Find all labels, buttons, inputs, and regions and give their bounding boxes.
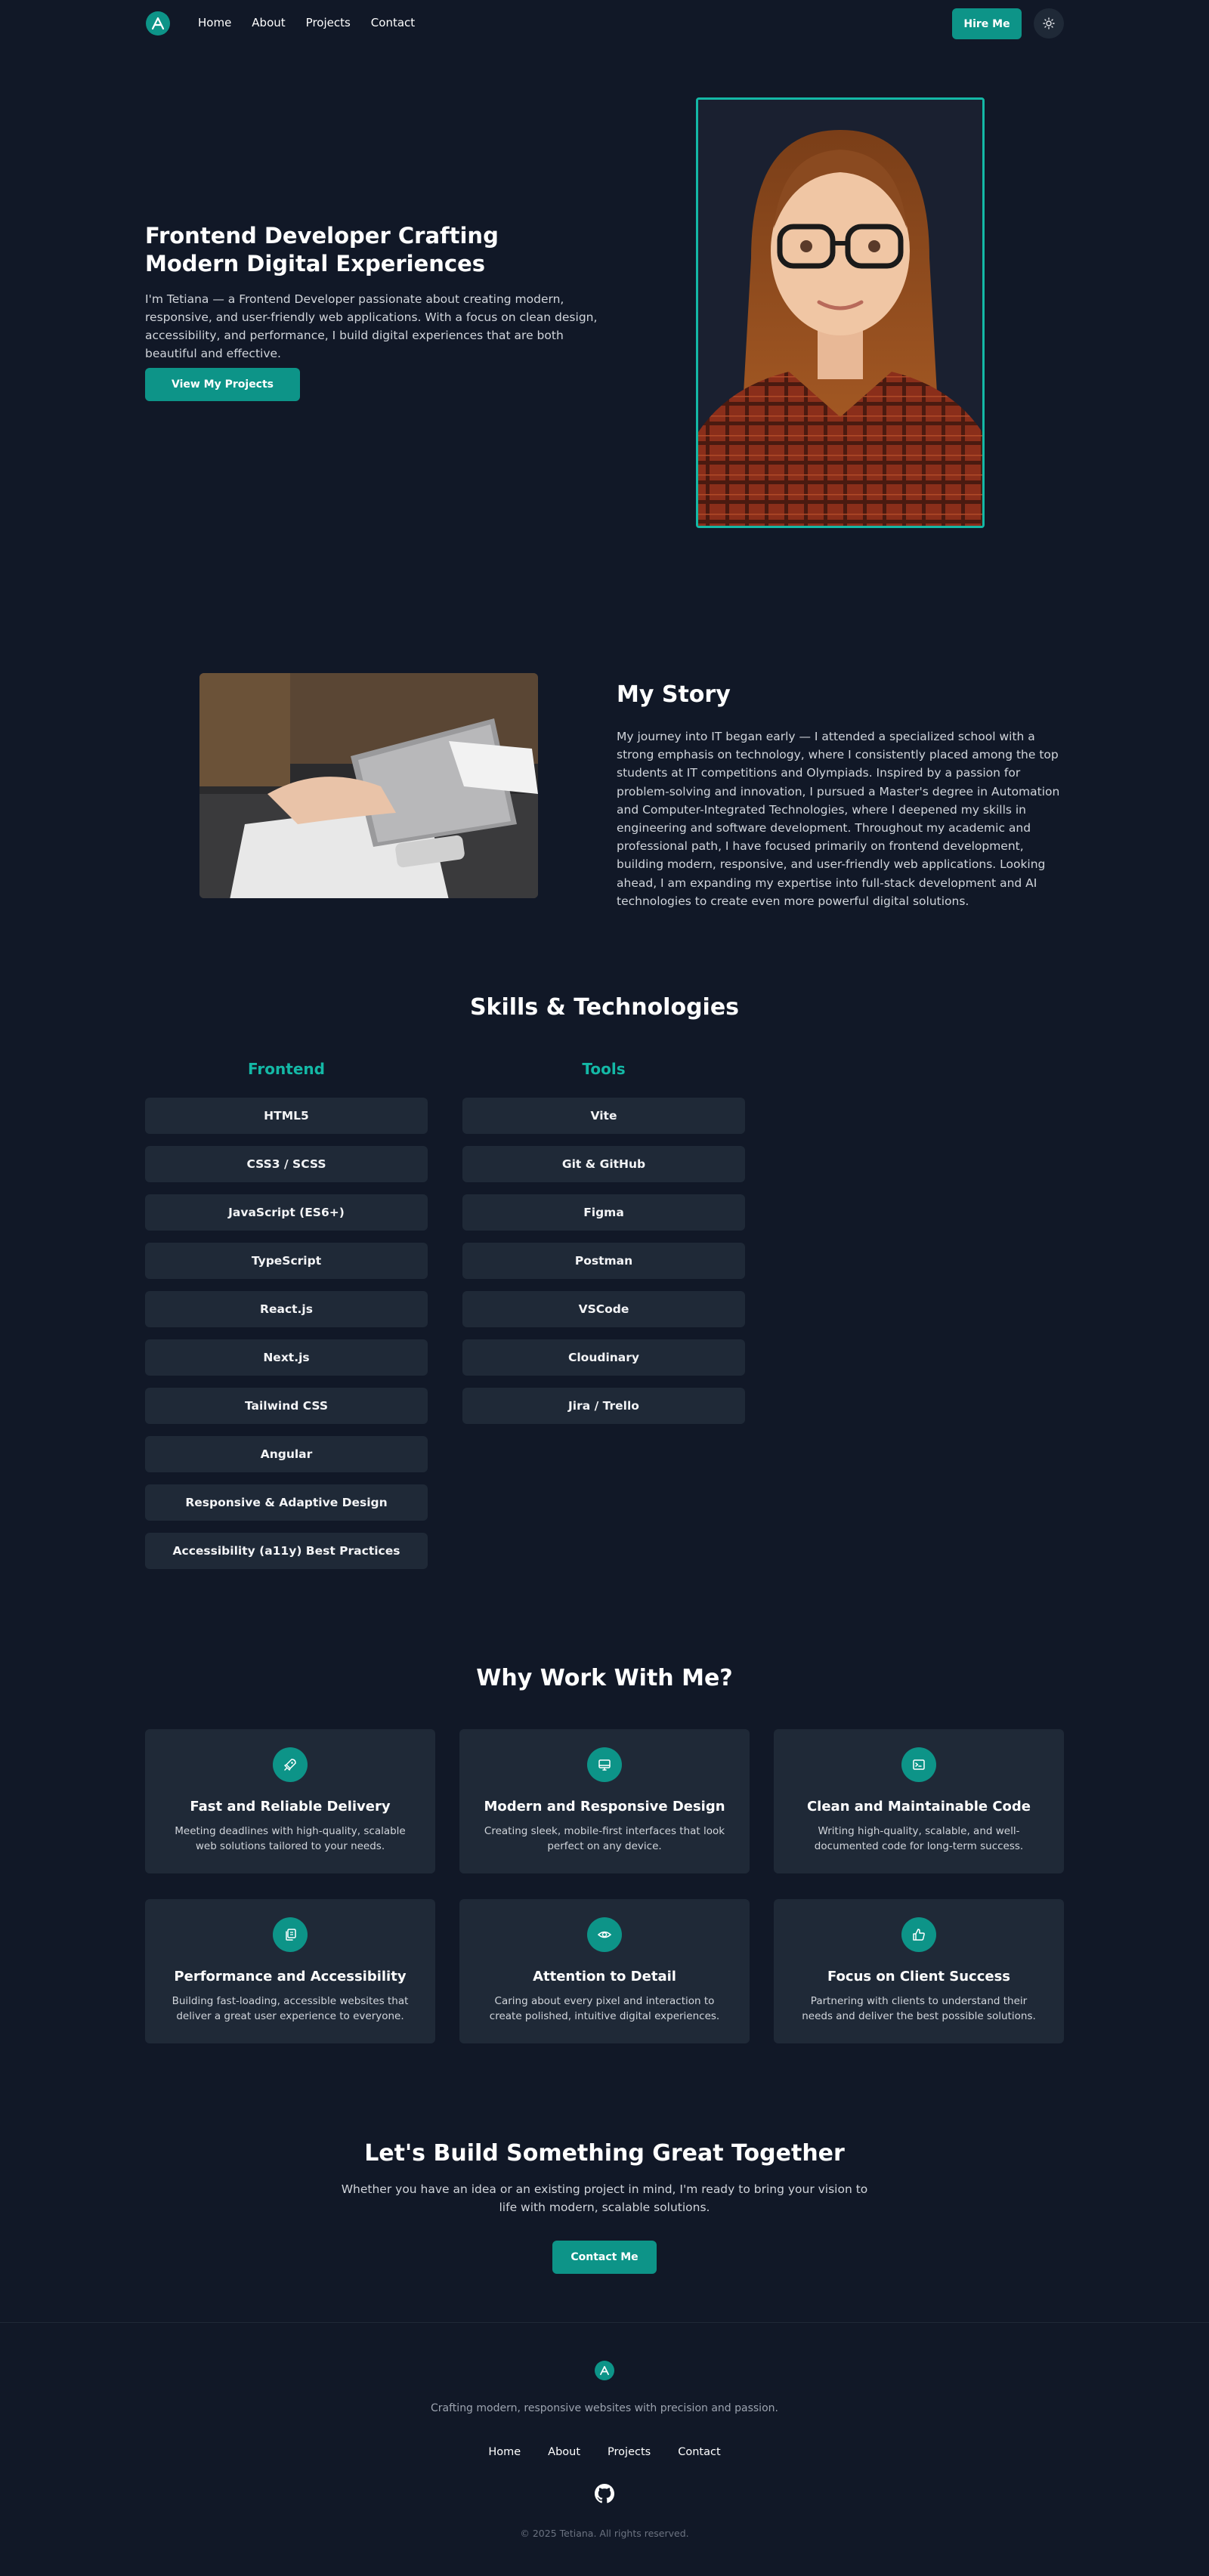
hero-title: Frontend Developer Crafting Modern Digit…	[145, 223, 499, 276]
copyright-text: © 2025 Tetiana. All rights reserved.	[520, 2528, 689, 2539]
skill-item: Accessibility (a11y) Best Practices	[145, 1533, 428, 1569]
why-card-text: Creating sleek, mobile-first interfaces …	[484, 1825, 725, 1852]
why-card-title: Performance and Accessibility	[174, 1969, 407, 1985]
copy-icon	[273, 1917, 308, 1952]
why-card: Focus on Client Success Partnering with …	[774, 1899, 1064, 2043]
sun-icon	[1043, 17, 1055, 29]
story-title: My Story	[617, 681, 731, 708]
why-card: Modern and Responsive Design Creating sl…	[459, 1729, 750, 1873]
why-card-text: Meeting deadlines with high-quality, sca…	[175, 1825, 406, 1852]
cta-text: Whether you have an idea or an existing …	[341, 2182, 868, 2214]
footer-link-home[interactable]: Home	[488, 2446, 521, 2458]
thumbs-up-icon	[901, 1917, 936, 1952]
nav-link-contact[interactable]: Contact	[371, 16, 415, 29]
skill-item: TypeScript	[145, 1243, 428, 1279]
frontend-skill-list: HTML5 CSS3 / SCSS JavaScript (ES6+) TypeScr…	[145, 1098, 428, 1569]
skill-item: Tailwind CSS	[145, 1388, 428, 1424]
github-icon[interactable]	[595, 2484, 614, 2503]
why-title: Why Work With Me?	[476, 1665, 733, 1691]
hero-description: I'm Tetiana — a Frontend Developer passi…	[145, 292, 598, 360]
footer-link-projects[interactable]: Projects	[608, 2446, 651, 2458]
why-card-title: Attention to Detail	[533, 1969, 676, 1985]
tools-column-title: Tools	[582, 1060, 626, 1078]
skill-item: React.js	[145, 1291, 428, 1327]
logo-icon[interactable]	[146, 11, 170, 36]
why-card-text: Building fast-loading, accessible websit…	[172, 1995, 409, 2022]
skill-item: HTML5	[145, 1098, 428, 1134]
profile-portrait	[696, 97, 985, 528]
story-text: My journey into IT began early — I atten…	[617, 730, 1060, 908]
footer-links: Home About Projects Contact	[0, 2446, 1209, 2458]
skill-item: Responsive & Adaptive Design	[145, 1484, 428, 1521]
footer-logo-icon[interactable]	[595, 2361, 614, 2380]
skill-item: Cloudinary	[462, 1339, 745, 1376]
footer-divider	[0, 2322, 1209, 2323]
skill-item: Postman	[462, 1243, 745, 1279]
why-card-title: Focus on Client Success	[827, 1969, 1011, 1985]
why-card: Attention to Detail Caring about every p…	[459, 1899, 750, 2043]
view-projects-button[interactable]: View My Projects	[145, 368, 300, 401]
skills-title: Skills & Technologies	[469, 994, 740, 1021]
cta-title: Let's Build Something Great Together	[364, 2140, 845, 2167]
why-card-title: Modern and Responsive Design	[484, 1799, 725, 1815]
footer-link-contact[interactable]: Contact	[678, 2446, 720, 2458]
skill-item: VSCode	[462, 1291, 745, 1327]
why-card: Fast and Reliable Delivery Meeting deadl…	[145, 1729, 435, 1873]
why-card-title: Clean and Maintainable Code	[806, 1799, 1031, 1815]
skill-item: Vite	[462, 1098, 745, 1134]
skill-item: Next.js	[145, 1339, 428, 1376]
hire-me-button[interactable]: Hire Me	[952, 8, 1022, 39]
skill-item: JavaScript (ES6+)	[145, 1194, 428, 1231]
frontend-column-title: Frontend	[248, 1060, 325, 1078]
terminal-icon	[901, 1747, 936, 1782]
skill-item: Jira / Trello	[462, 1388, 745, 1424]
skill-item: Git & GitHub	[462, 1146, 745, 1182]
contact-me-button[interactable]: Contact Me	[552, 2241, 657, 2274]
top-navbar: Home About Projects Contact Hire Me	[0, 0, 1209, 48]
skill-item: Figma	[462, 1194, 745, 1231]
nav-link-projects[interactable]: Projects	[306, 16, 351, 29]
skill-item: Angular	[145, 1436, 428, 1472]
tools-skill-list: Vite Git & GitHub Figma Postman VSCode Cloudi…	[462, 1098, 745, 1424]
why-card-text: Caring about every pixel and interaction…	[489, 1995, 720, 2022]
why-cards-grid: Fast and Reliable Delivery Meeting deadl…	[145, 1729, 1064, 2043]
why-card: Performance and Accessibility Building f…	[145, 1899, 435, 2043]
theme-toggle-button[interactable]	[1034, 8, 1064, 39]
why-card-text: Partnering with clients to understand th…	[802, 1995, 1036, 2022]
monitor-icon	[587, 1747, 622, 1782]
skill-item: CSS3 / SCSS	[145, 1146, 428, 1182]
story-laptop-image	[199, 673, 538, 898]
nav-link-home[interactable]: Home	[198, 16, 231, 29]
nav-link-about[interactable]: About	[252, 16, 285, 29]
nav-links: Home About Projects Contact	[198, 16, 415, 29]
why-card-title: Fast and Reliable Delivery	[190, 1799, 391, 1815]
why-card: Clean and Maintainable Code Writing high…	[774, 1729, 1064, 1873]
why-card-text: Writing high-quality, scalable, and well…	[814, 1825, 1024, 1852]
footer-tagline: Crafting modern, responsive websites wit…	[431, 2402, 778, 2414]
eye-icon	[587, 1917, 622, 1952]
footer-link-about[interactable]: About	[548, 2446, 580, 2458]
rocket-icon	[273, 1747, 308, 1782]
